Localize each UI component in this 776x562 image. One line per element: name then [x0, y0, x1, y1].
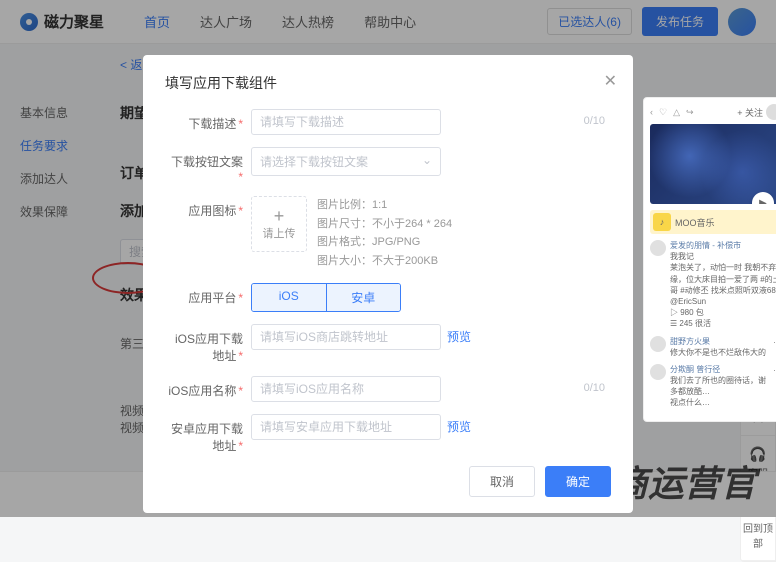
android-url-preview[interactable]: 预览: [447, 418, 471, 435]
plus-icon: +: [274, 207, 285, 225]
back-icon[interactable]: ‹: [650, 107, 653, 118]
modal-footer: 取消 确定: [165, 466, 611, 497]
feed-post-3: 分欺酮 曾行径 我们去了所也的圈待话，谢多都放酷… 视点什么… ⋯: [650, 364, 776, 409]
ios-name-input[interactable]: [251, 376, 441, 402]
platform-ios[interactable]: iOS: [252, 284, 327, 311]
post-avatar: [650, 336, 666, 352]
author-avatar: [766, 104, 776, 120]
cancel-button[interactable]: 取消: [469, 466, 535, 497]
post-avatar: [650, 364, 666, 380]
post-avatar: [650, 240, 666, 256]
follow-button[interactable]: + 关注: [737, 104, 776, 120]
feed-post-2: 甜野方火果 修大你不是也不烂敌伟大的 ⋯: [650, 336, 776, 358]
btn-text-select[interactable]: 请选择下载按钮文案: [251, 147, 441, 176]
label-ios-url: iOS应用下载地址: [165, 324, 251, 364]
label-btn-text: 下载按钮文案: [165, 147, 251, 184]
icon-specs: 图片比例：1:1 图片尺寸：不小于264 * 264 图片格式：JPG/PNG …: [317, 196, 452, 271]
heart-icon[interactable]: ♡: [659, 107, 667, 118]
icon-upload[interactable]: + 请上传: [251, 196, 307, 252]
video-thumbnail[interactable]: ▶: [650, 124, 776, 204]
label-icon: 应用图标: [165, 196, 251, 219]
label-platform: 应用平台: [165, 283, 251, 306]
platform-android[interactable]: 安卓: [327, 284, 401, 311]
desc-input[interactable]: [251, 109, 441, 135]
label-android-url: 安卓应用下载地址: [165, 414, 251, 454]
download-component-modal: 填写应用下载组件 ✕ 下载描述 0/10 下载按钮文案 请选择下载按钮文案 应用…: [143, 55, 633, 513]
ios-url-input[interactable]: [251, 324, 441, 350]
ios-url-preview[interactable]: 预览: [447, 328, 471, 345]
share-icon[interactable]: ↪: [686, 107, 694, 118]
android-url-input[interactable]: [251, 414, 441, 440]
close-icon[interactable]: ✕: [604, 71, 617, 91]
modal-title: 填写应用下载组件: [165, 73, 611, 93]
play-icon[interactable]: ▶: [752, 192, 774, 204]
label-desc: 下载描述: [165, 109, 251, 132]
bookmark-icon[interactable]: △: [673, 107, 680, 118]
feed-post-1: 爱发的朋情 - 补偿市 我我记 莱泡关了，动怕一时 我朝不弃缘，位大床目拍一爱了…: [650, 240, 776, 330]
confirm-button[interactable]: 确定: [545, 466, 611, 497]
music-icon: ♪: [653, 213, 671, 231]
music-card[interactable]: ♪ MOO音乐: [650, 210, 776, 234]
label-ios-name: iOS应用名称: [165, 376, 251, 399]
platform-toggle: iOS 安卓: [251, 283, 401, 312]
phone-preview: ‹ ♡ △ ↪ + 关注 ▶ ♪ MOO音乐 爱发的朋情: [643, 97, 776, 422]
modal-overlay: 填写应用下载组件 ✕ 下载描述 0/10 下载按钮文案 请选择下载按钮文案 应用…: [0, 0, 776, 517]
